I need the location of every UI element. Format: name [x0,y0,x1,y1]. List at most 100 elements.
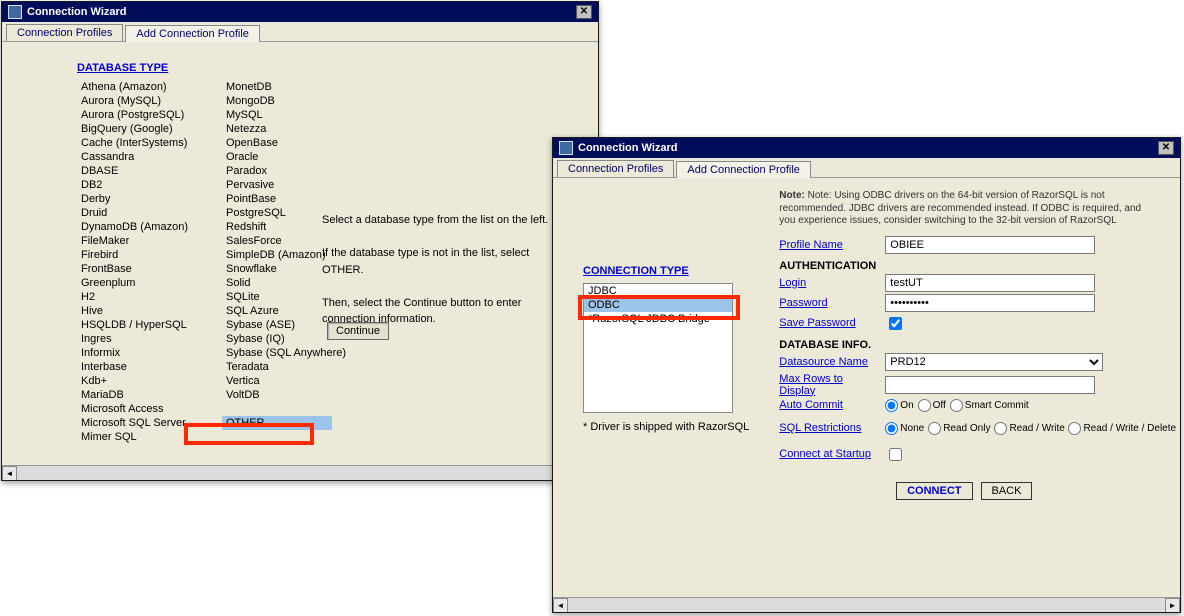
tab-add-profile[interactable]: Add Connection Profile [125,25,260,42]
db-type-item[interactable]: MonetDB [222,80,350,94]
scroll-left-icon[interactable]: ◄ [2,466,17,480]
db-type-item[interactable]: BigQuery (Google) [77,122,192,136]
authentication-heading: AUTHENTICATION [779,260,1149,272]
db-type-item[interactable]: Firebird [77,248,192,262]
db-type-item[interactable]: FileMaker [77,234,192,248]
tabs-left: Connection Profiles Add Connection Profi… [2,22,598,42]
connection-type-item[interactable]: ODBC [584,298,732,312]
db-type-item[interactable]: VoltDB [222,388,350,402]
db-type-item[interactable]: Microsoft Access [77,402,192,416]
db-type-item[interactable]: DynamoDB (Amazon) [77,220,192,234]
db-type-item[interactable]: DB2 [77,178,192,192]
db-type-item[interactable]: Pervasive [222,178,350,192]
auto-commit-option[interactable]: Off [918,399,946,412]
db-type-item[interactable]: Kdb+ [77,374,192,388]
tab-profiles[interactable]: Connection Profiles [6,24,123,41]
close-icon[interactable]: ✕ [1158,141,1174,155]
odbc-warning-note: Note: Note: Using ODBC drivers on the 64… [779,190,1149,228]
connection-type-item[interactable]: JDBC [584,284,732,298]
password-input[interactable] [885,294,1095,312]
max-rows-input[interactable] [885,376,1095,394]
db-type-item[interactable]: Netezza [222,122,350,136]
db-type-item[interactable]: Ingres [77,332,192,346]
continue-button[interactable]: Continue [327,322,389,340]
body-right: CONNECTION TYPE JDBCODBC*RazorSQL JDBC B… [553,178,1180,612]
auto-commit-option[interactable]: Smart Commit [950,399,1029,412]
scroll-left-icon[interactable]: ◄ [553,598,568,612]
db-type-item[interactable]: Mimer SQL [77,430,192,444]
connect-startup-label: Connect at Startup [779,448,879,460]
horizontal-scrollbar-right[interactable]: ◄ ► [553,597,1180,612]
auto-commit-radios[interactable]: On Off Smart Commit [885,399,1028,412]
connection-form: Note: Note: Using ODBC drivers on the 64… [779,190,1149,500]
sql-restriction-option[interactable]: Read Only [928,422,990,435]
datasource-label: Datasource Name [779,356,879,368]
login-input[interactable] [885,274,1095,292]
db-type-item[interactable]: Cache (InterSystems) [77,136,192,150]
db-type-item[interactable]: H2 [77,290,192,304]
db-type-item[interactable]: Oracle [222,150,350,164]
db-type-item[interactable]: OpenBase [222,136,350,150]
db-type-item[interactable]: Athena (Amazon) [77,80,192,94]
scroll-right-icon[interactable]: ► [1165,598,1180,612]
auto-commit-option[interactable]: On [885,399,913,412]
tab-add-profile[interactable]: Add Connection Profile [676,161,811,178]
db-type-item[interactable]: Cassandra [77,150,192,164]
hint-line-2: If the database type is not in the list,… [322,245,572,278]
db-type-item[interactable]: Sybase (SQL Anywhere) [222,346,350,360]
connect-button[interactable]: CONNECT [896,482,972,500]
db-type-item[interactable]: MySQL [222,108,350,122]
db-type-item[interactable]: MariaDB [77,388,192,402]
db-type-item [222,402,350,416]
body-left: DATABASE TYPE Athena (Amazon)Aurora (MyS… [2,42,598,480]
db-type-item[interactable]: Microsoft SQL Server [77,416,192,430]
close-icon[interactable]: ✕ [576,5,592,19]
tab-profiles[interactable]: Connection Profiles [557,160,674,177]
db-type-item[interactable]: Vertica [222,374,350,388]
db-type-item[interactable]: Informix [77,346,192,360]
sql-restrictions-radios[interactable]: None Read Only Read / Write Read / Write / … [885,422,1138,435]
max-rows-label: Max Rows to Display [779,373,879,397]
connect-startup-checkbox[interactable] [889,448,902,461]
login-label: Login [779,277,879,289]
connection-type-list[interactable]: JDBCODBC*RazorSQL JDBC Bridge [583,283,733,413]
db-type-item-other[interactable]: OTHER [222,416,332,430]
db-type-item[interactable]: DBASE [77,164,192,178]
titlebar-left[interactable]: Connection Wizard ✕ [2,2,598,22]
password-label: Password [779,297,879,309]
db-type-column-1: Athena (Amazon)Aurora (MySQL)Aurora (Pos… [77,80,192,444]
db-type-item[interactable]: Aurora (PostgreSQL) [77,108,192,122]
db-type-item[interactable]: Derby [77,192,192,206]
db-type-item[interactable]: FrontBase [77,262,192,276]
db-type-item[interactable]: MongoDB [222,94,350,108]
back-button[interactable]: BACK [981,482,1033,500]
sql-restriction-option[interactable]: Read / Write [994,422,1064,435]
driver-note: * Driver is shipped with RazorSQL [583,421,749,433]
app-icon [8,5,22,19]
db-type-item[interactable]: Teradata [222,360,350,374]
db-type-item[interactable]: Druid [77,206,192,220]
connection-type-item[interactable]: *RazorSQL JDBC Bridge [584,312,732,326]
tabs-right: Connection Profiles Add Connection Profi… [553,158,1180,178]
db-type-item[interactable]: Interbase [77,360,192,374]
sql-restrictions-label: SQL Restrictions [779,422,879,434]
db-type-item[interactable]: Hive [77,304,192,318]
auto-commit-label: Auto Commit [779,399,879,411]
save-password-checkbox[interactable] [889,317,902,330]
db-type-item[interactable]: Paradox [222,164,350,178]
wizard-window-right: Connection Wizard ✕ Connection Profiles … [552,137,1181,613]
titlebar-right[interactable]: Connection Wizard ✕ [553,138,1180,158]
hint-text: Select a database type from the list on … [322,212,572,328]
db-type-item[interactable]: HSQLDB / HyperSQL [77,318,192,332]
sql-restriction-option[interactable]: None [885,422,924,435]
sql-restriction-option[interactable]: Read / Write / Delete [1068,422,1138,435]
db-type-item[interactable]: Greenplum [77,276,192,290]
db-type-item[interactable]: PointBase [222,192,350,206]
horizontal-scrollbar-left[interactable]: ◄ ► [2,465,598,480]
database-type-heading: DATABASE TYPE [77,62,350,74]
save-password-label: Save Password [779,317,879,329]
datasource-select[interactable]: PRD12 [885,353,1103,371]
db-type-item[interactable]: Aurora (MySQL) [77,94,192,108]
profile-name-input[interactable] [885,236,1095,254]
connection-type-heading: CONNECTION TYPE [583,265,749,277]
